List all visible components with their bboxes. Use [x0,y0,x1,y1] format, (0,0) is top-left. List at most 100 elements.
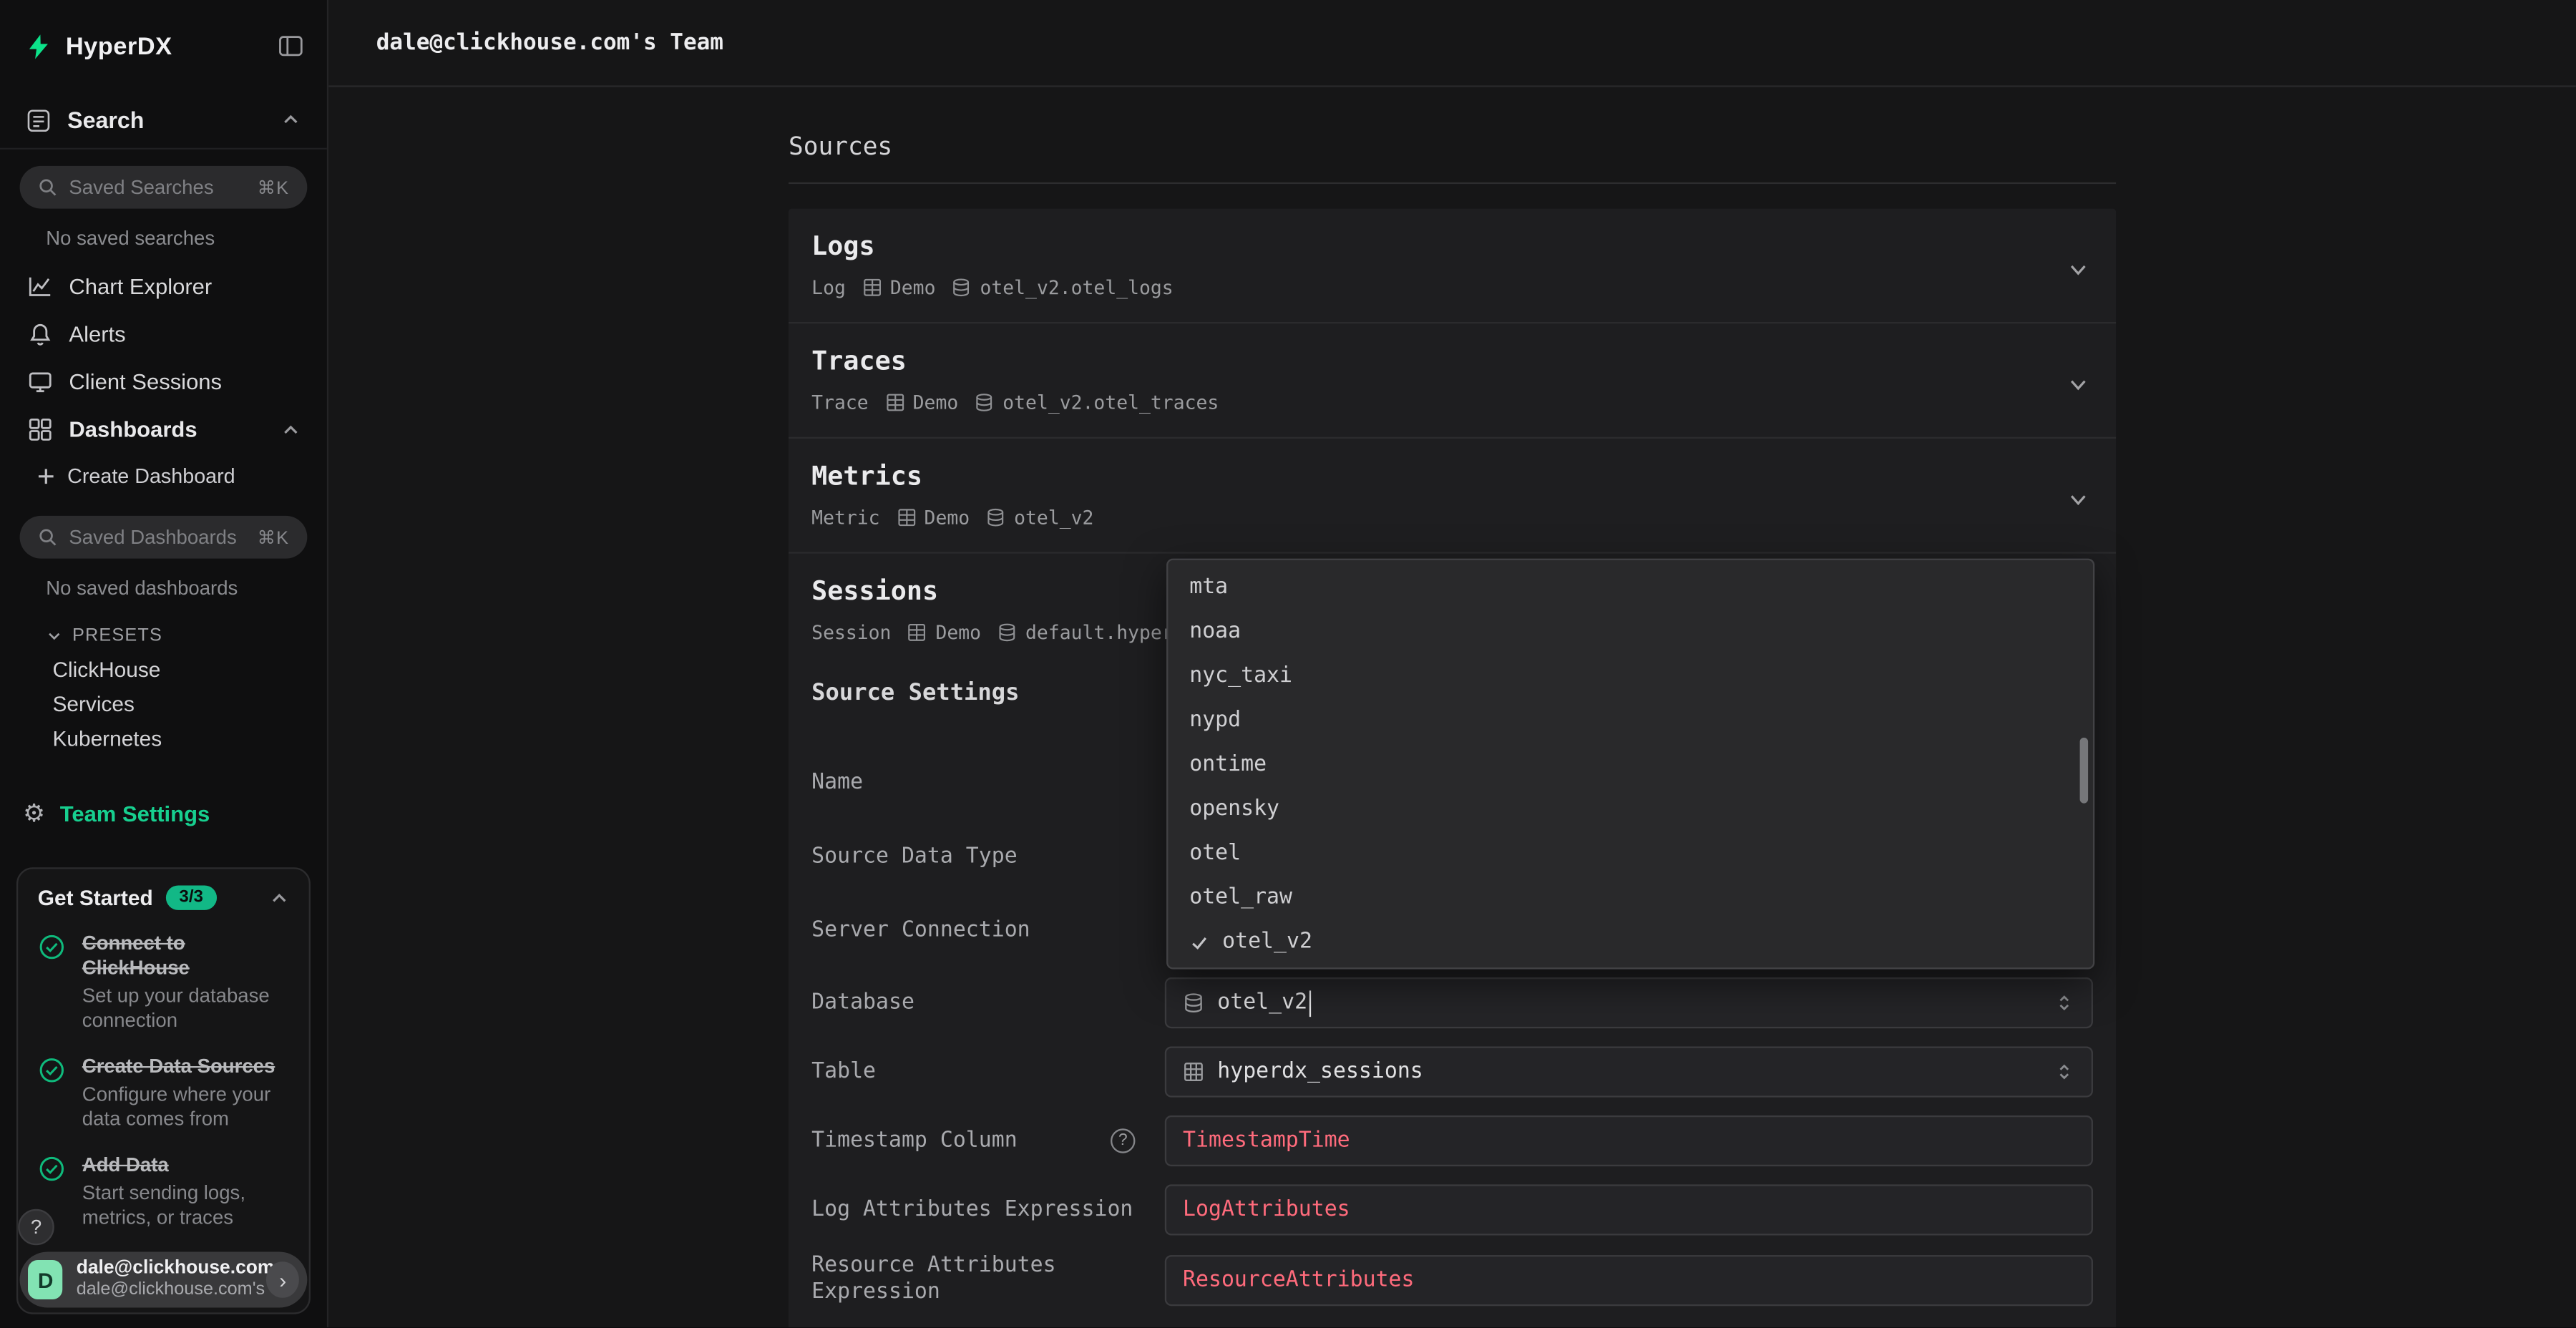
saved-dashboards-input[interactable]: Saved Dashboards ⌘K [20,516,308,559]
gear-icon: ⚙ [23,801,45,825]
saved-searches-placeholder: Saved Searches [69,176,213,199]
dropdown-option-noaa[interactable]: noaa [1168,610,2093,654]
checklist-item[interactable]: Create Data Sources Configure where your… [38,1055,289,1132]
presets-toggle[interactable]: PRESETS [0,606,327,652]
divider [789,182,2116,184]
sidebar-item-alerts[interactable]: Alerts [0,311,327,358]
database-icon [952,278,972,298]
source-type: Log [811,276,846,299]
chevron-down-icon[interactable] [2067,373,2089,396]
sidebar-item-chart-explorer[interactable]: Chart Explorer [0,263,327,311]
get-started-title: Get Started [38,885,153,909]
source-connection: Demo [924,506,970,529]
chevron-up-icon[interactable] [281,110,301,130]
log-attributes-input[interactable]: LogAttributes [1165,1184,2093,1235]
source-data-type-label: Source Data Type [811,844,1165,871]
source-section-metrics: Metrics Metric Demo [789,439,2116,554]
chevron-down-icon[interactable] [2067,488,2089,511]
check-icon [1189,932,1209,952]
database-select[interactable]: otel_v2 [1165,977,2093,1028]
source-title: Logs [811,230,2093,263]
search-section-label: Search [67,107,144,133]
sidebar-item-label: Client Sessions [69,370,222,394]
timestamp-column-value: TimestampTime [1183,1128,1350,1153]
dropdown-option-otel-v2[interactable]: otel_v2 [1168,920,2093,965]
source-table: otel_v2.otel_logs [980,276,1173,299]
text-caret [1309,990,1311,1016]
database-dropdown: mta noaa nyc_taxi nypd ontime opensky ot… [1166,559,2094,970]
dropdown-option-nypd[interactable]: nypd [1168,698,2093,743]
chevron-down-icon [46,628,62,644]
team-title: dale@clickhouse.com's Team [376,29,723,56]
dropdown-option-otel[interactable]: otel [1168,831,2093,876]
chevron-down-icon[interactable] [2067,258,2089,280]
bell-icon [26,322,53,346]
help-icon[interactable]: ? [1111,1128,1135,1153]
form-row-resource-attributes: Resource Attributes Expression ResourceA… [811,1254,2093,1306]
user-org: dale@clickhouse.com's [77,1280,254,1302]
chevron-up-icon[interactable] [270,888,290,908]
preset-item-services[interactable]: Services [0,687,327,721]
table-grid-icon [907,622,927,643]
shortcut-badge: ⌘K [258,527,289,548]
database-icon [986,507,1006,527]
check-circle-icon [38,933,66,1033]
sidebar-item-dashboards[interactable]: Dashboards [0,406,327,454]
select-chevrons-icon [2054,992,2075,1014]
checklist-item-title: Connect to ClickHouse [82,932,289,981]
user-menu[interactable]: D dale@clickhouse.com dale@clickhouse.co… [20,1251,308,1307]
table-grid-icon [897,507,917,527]
table-grid-icon [1183,1061,1204,1083]
form-row-log-attributes: Log Attributes Expression LogAttributes [811,1184,2093,1235]
saved-searches-input[interactable]: Saved Searches ⌘K [20,166,308,209]
help-button[interactable]: ? [18,1209,54,1246]
plus-icon [36,467,57,487]
log-attributes-value: LogAttributes [1183,1198,1350,1222]
source-meta: Trace Demo otel_v2.otel_traces [811,391,2093,414]
resource-attributes-value: ResourceAttributes [1183,1267,1414,1292]
sidebar-collapse-icon[interactable] [278,33,304,59]
timestamp-column-label: Timestamp Column ? [811,1128,1165,1154]
checklist-item[interactable]: Add Data Start sending logs, metrics, or… [38,1153,289,1231]
select-chevrons-icon [2054,1061,2075,1083]
monitor-icon [26,370,53,394]
source-table: otel_v2 [1014,506,1093,529]
name-label: Name [811,771,1165,797]
source-meta: Metric Demo otel_v2 [811,506,2093,529]
no-saved-dashboards-text: No saved dashboards [0,559,327,607]
main-area: dale@clickhouse.com's Team Sources Logs … [328,0,2576,1327]
log-attributes-label: Log Attributes Expression [811,1197,1165,1224]
form-row-timestamp-column: Timestamp Column ? TimestampTime [811,1115,2093,1166]
preset-item-kubernetes[interactable]: Kubernetes [0,721,327,756]
source-title: Traces [811,345,2093,378]
get-started-header[interactable]: Get Started 3/3 [38,885,289,909]
sidebar-section-search[interactable]: Search [0,92,327,150]
create-dashboard-label: Create Dashboard [67,465,235,488]
resource-attributes-input[interactable]: ResourceAttributes [1165,1254,2093,1305]
chevron-up-icon[interactable] [281,420,301,440]
shortcut-badge: ⌘K [258,177,289,198]
create-dashboard-button[interactable]: Create Dashboard [0,454,327,499]
get-started-card: Get Started 3/3 Connect to ClickHouse Se… [16,867,311,1314]
source-connection: Demo [913,391,959,414]
dropdown-option-mta[interactable]: mta [1168,565,2093,610]
no-saved-searches-text: No saved searches [0,209,327,257]
sidebar-item-label: Alerts [69,322,125,346]
timestamp-column-input[interactable]: TimestampTime [1165,1115,2093,1166]
checklist-item[interactable]: Connect to ClickHouse Set up your databa… [38,932,289,1033]
dropdown-option-nyc-taxi[interactable]: nyc_taxi [1168,654,2093,698]
saved-dashboards-placeholder: Saved Dashboards [69,526,236,549]
logo-row: HyperDX [0,0,327,92]
team-settings-button[interactable]: ⚙ Team Settings [0,788,327,838]
dropdown-option-ontime[interactable]: ontime [1168,743,2093,787]
source-title: Metrics [811,460,2093,493]
team-settings-label: Team Settings [60,801,210,825]
sidebar-item-client-sessions[interactable]: Client Sessions [0,358,327,406]
database-icon [975,393,995,413]
table-select[interactable]: hyperdx_sessions [1165,1046,2093,1097]
preset-item-clickhouse[interactable]: ClickHouse [0,652,327,686]
scrollbar-thumb[interactable] [2080,738,2088,804]
source-type: Metric [811,506,879,529]
dropdown-option-opensky[interactable]: opensky [1168,787,2093,831]
dropdown-option-otel-raw[interactable]: otel_raw [1168,876,2093,920]
